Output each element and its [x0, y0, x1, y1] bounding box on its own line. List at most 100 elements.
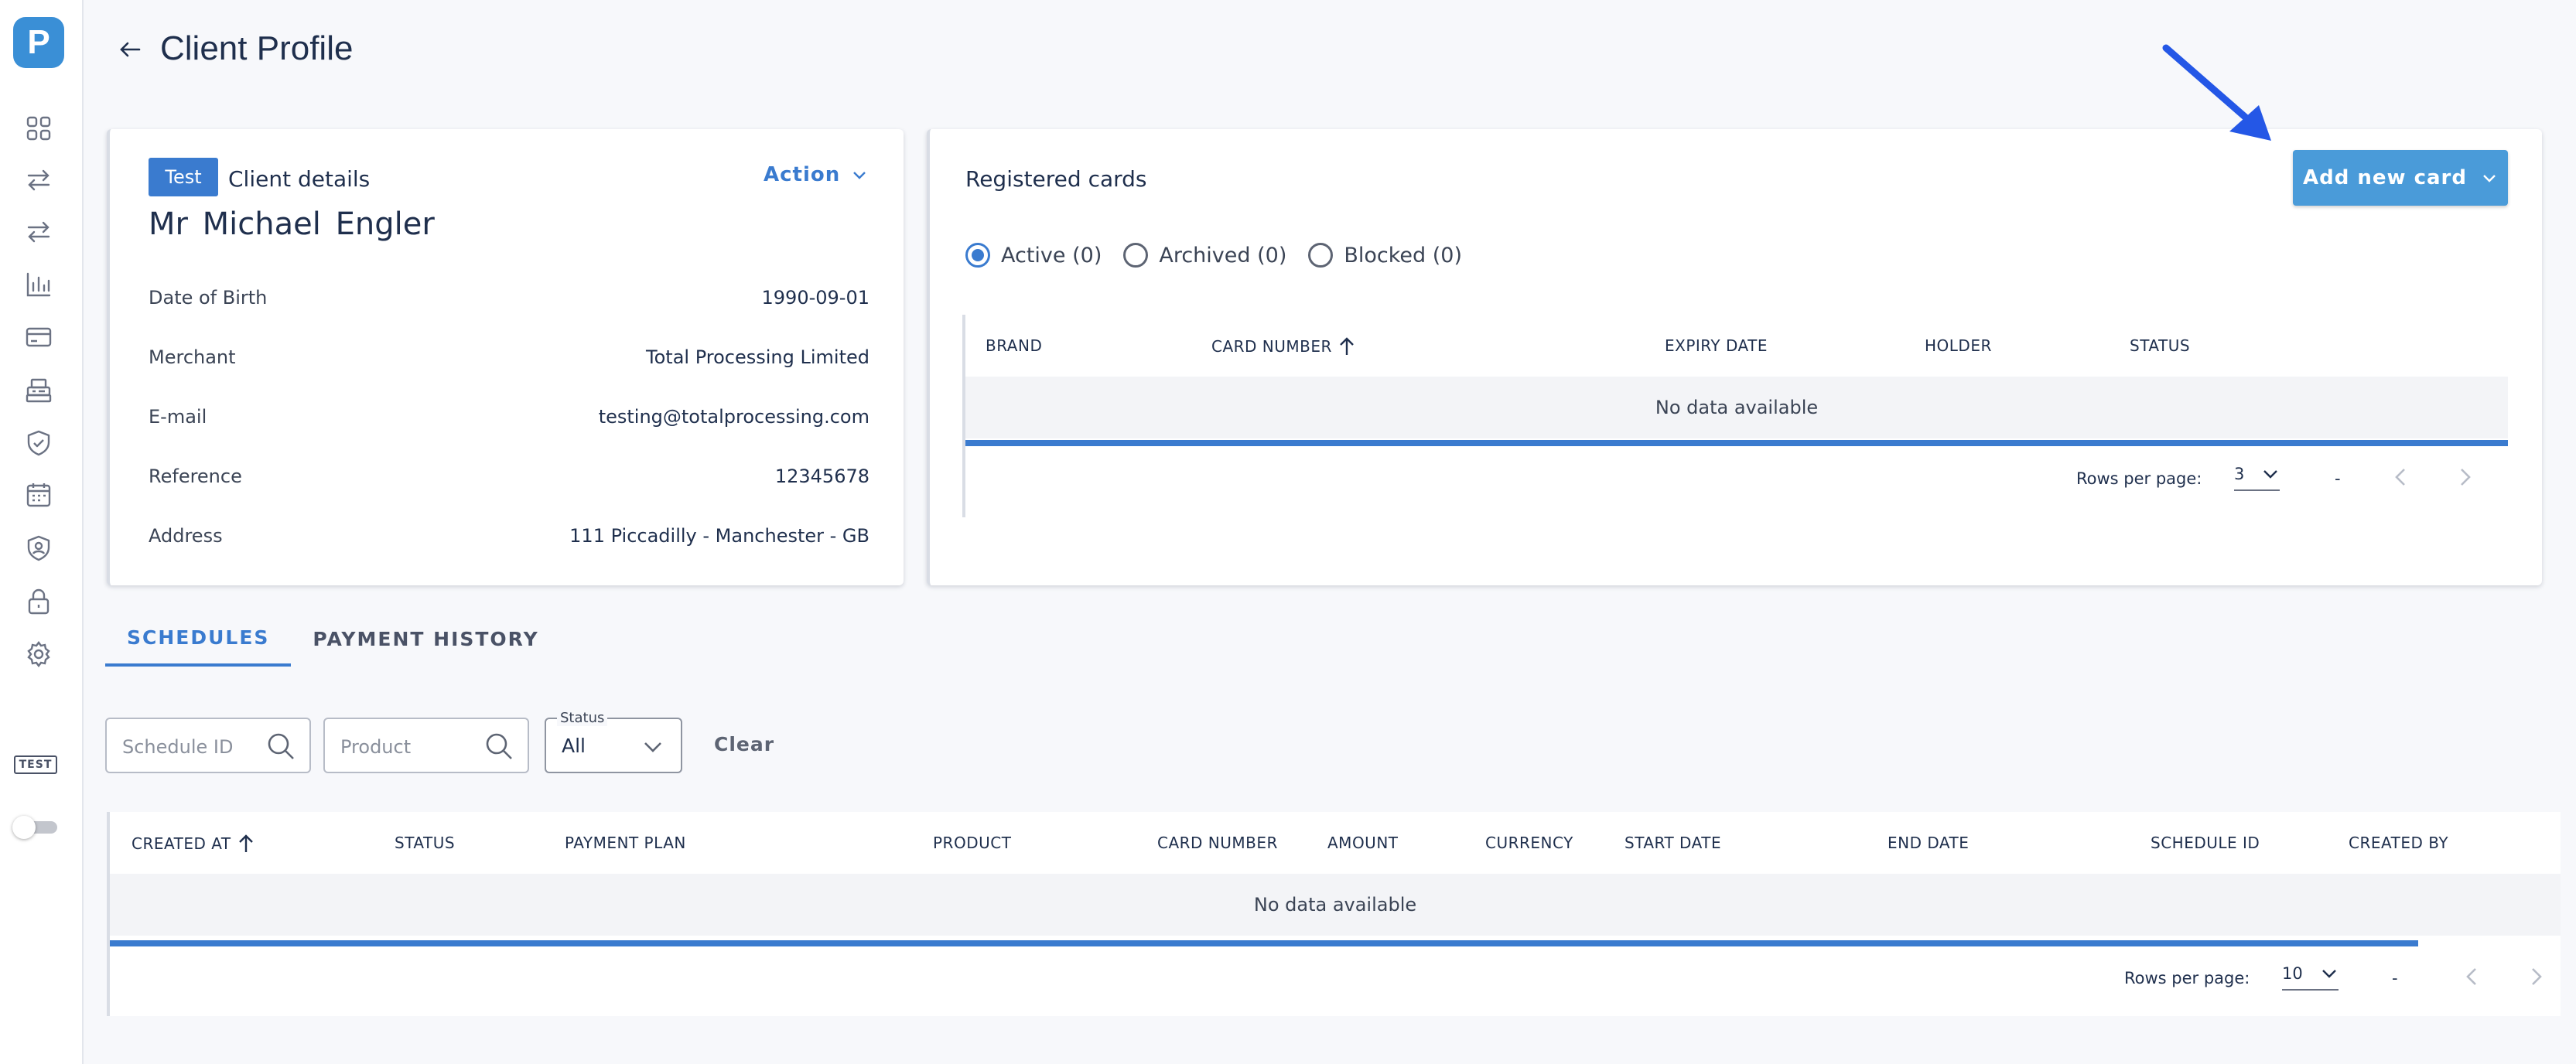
page-range: - — [2335, 469, 2341, 488]
cards-table: BRAND CARD NUMBER EXPIRY DATE HOLDER STA… — [962, 315, 2508, 517]
col-end-date[interactable]: END DATE — [1888, 834, 1969, 852]
col-amount[interactable]: AMOUNT — [1327, 834, 1399, 852]
col-status[interactable]: STATUS — [2130, 336, 2190, 355]
rows-per-page-label: Rows per page: — [2076, 469, 2202, 488]
chevron-left-icon — [2395, 469, 2405, 486]
action-label: Action — [764, 163, 841, 186]
gear-icon[interactable] — [25, 640, 53, 668]
col-card-number[interactable]: CARD NUMBER — [1157, 834, 1278, 852]
col-label: BRAND — [986, 336, 1043, 355]
schedules-table-header: CREATED AT STATUS PAYMENT PLAN PRODUCT C… — [110, 812, 2561, 874]
detail-row-address: Address 111 Piccadilly - Manchester - GB — [149, 520, 869, 551]
registered-cards-card: Registered cards Add new card Active (0)… — [927, 129, 2542, 585]
cards-empty-message: No data available — [965, 377, 2508, 438]
col-label: STATUS — [395, 834, 456, 852]
transfer-alt-icon[interactable] — [25, 218, 53, 246]
rows-per-page-select[interactable]: 10 — [2282, 964, 2339, 991]
add-new-card-label: Add new card — [2302, 166, 2467, 189]
radio-circle[interactable] — [1308, 243, 1334, 268]
status-select-value: All — [562, 735, 586, 757]
transfer-icon[interactable] — [25, 166, 53, 194]
test-mode-toggle[interactable] — [12, 815, 59, 839]
col-currency[interactable]: CURRENCY — [1485, 834, 1573, 852]
col-expiry-date[interactable]: EXPIRY DATE — [1665, 336, 1768, 355]
detail-value: testing@totalprocessing.com — [598, 406, 869, 428]
radio-circle[interactable] — [965, 243, 990, 268]
col-label: START DATE — [1625, 834, 1722, 852]
detail-value: 1990-09-01 — [761, 287, 869, 309]
schedule-id-input[interactable]: Schedule ID — [105, 718, 311, 773]
product-input[interactable]: Product — [323, 718, 529, 773]
test-badge: Test — [149, 158, 218, 196]
col-start-date[interactable]: START DATE — [1625, 834, 1721, 852]
col-holder[interactable]: HOLDER — [1925, 336, 1992, 355]
rows-per-page-value: 3 — [2234, 465, 2245, 483]
sort-up-icon — [238, 834, 253, 852]
col-label: EXPIRY DATE — [1665, 336, 1768, 355]
detail-value: 12345678 — [774, 466, 869, 487]
next-page-button[interactable] — [2454, 466, 2475, 488]
col-created-by[interactable]: CREATED BY — [2349, 834, 2448, 852]
chevron-down-icon — [2321, 970, 2336, 978]
page-range: - — [2392, 969, 2398, 987]
status-select[interactable]: Status All — [545, 710, 682, 773]
schedules-loading-bar — [110, 940, 2418, 946]
chevron-right-icon — [2532, 968, 2542, 985]
clear-filters-button[interactable]: Clear — [714, 733, 774, 755]
sort-up-icon — [1340, 337, 1354, 355]
app-logo[interactable]: P — [13, 17, 64, 68]
col-schedule-id[interactable]: SCHEDULE ID — [2151, 834, 2260, 852]
schedules-empty-message: No data available — [110, 874, 2561, 936]
radio-blocked[interactable]: Blocked (0) — [1308, 243, 1462, 268]
next-page-button[interactable] — [2525, 966, 2547, 987]
detail-row-merchant: Merchant Total Processing Limited — [149, 342, 869, 373]
col-label: SCHEDULE ID — [2151, 834, 2260, 852]
calendar-icon[interactable] — [25, 481, 53, 509]
col-label: HOLDER — [1925, 336, 1992, 355]
schedule-id-placeholder: Schedule ID — [122, 736, 234, 758]
prev-page-button[interactable] — [2462, 966, 2483, 987]
radio-circle[interactable] — [1123, 243, 1149, 268]
col-status[interactable]: STATUS — [395, 834, 455, 852]
col-label: CARD NUMBER — [1211, 337, 1332, 356]
col-product[interactable]: PRODUCT — [933, 834, 1011, 852]
chevron-right-icon — [2461, 469, 2471, 486]
col-label: CREATED BY — [2349, 834, 2449, 852]
col-created-at[interactable]: CREATED AT — [132, 834, 255, 854]
chevron-down-icon — [853, 172, 866, 179]
shield-check-icon[interactable] — [25, 429, 53, 457]
col-card-number[interactable]: CARD NUMBER — [1211, 336, 1355, 356]
card-icon[interactable] — [25, 323, 53, 351]
lock-icon[interactable] — [25, 588, 53, 616]
profile-tabs: SCHEDULES PAYMENT HISTORY — [105, 611, 561, 667]
rows-per-page-select[interactable]: 3 — [2234, 465, 2280, 491]
add-new-card-button[interactable]: Add new card — [2293, 150, 2508, 206]
col-brand[interactable]: BRAND — [986, 336, 1042, 355]
client-details-title: Client details — [228, 166, 371, 192]
status-select-label: Status — [557, 710, 608, 726]
radio-active[interactable]: Active (0) — [965, 243, 1102, 268]
prev-page-button[interactable] — [2390, 466, 2412, 488]
back-arrow-icon[interactable] — [116, 36, 144, 63]
dashboard-icon[interactable] — [25, 114, 53, 142]
terminal-icon[interactable] — [25, 377, 53, 404]
client-details-card: Test Client details Action Mr Michael En… — [107, 129, 904, 585]
detail-label: Address — [149, 525, 223, 547]
tab-schedules[interactable]: SCHEDULES — [105, 611, 292, 667]
col-label: PAYMENT PLAN — [565, 834, 686, 852]
registered-cards-title: Registered cards — [965, 166, 1147, 192]
radio-archived[interactable]: Archived (0) — [1123, 243, 1286, 268]
schedules-table: CREATED AT STATUS PAYMENT PLAN PRODUCT C… — [107, 812, 2561, 1016]
cards-table-header: BRAND CARD NUMBER EXPIRY DATE HOLDER STA… — [965, 315, 2508, 377]
action-button[interactable]: Action — [764, 163, 868, 186]
client-name: Mr Michael Engler — [149, 206, 435, 242]
user-shield-icon[interactable] — [25, 534, 53, 562]
rows-per-page-value: 10 — [2282, 964, 2303, 983]
environment-tag: TEST — [14, 755, 57, 774]
chart-icon[interactable] — [25, 271, 53, 298]
search-icon — [268, 733, 294, 759]
detail-label: E-mail — [149, 406, 207, 428]
tab-payment-history[interactable]: PAYMENT HISTORY — [291, 611, 560, 667]
col-payment-plan[interactable]: PAYMENT PLAN — [565, 834, 686, 852]
chevron-left-icon — [2466, 968, 2476, 985]
